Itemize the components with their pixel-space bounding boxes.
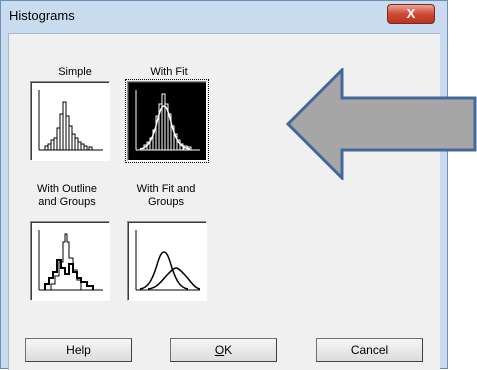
histogram-with-fit-icon — [135, 90, 200, 151]
option-outline-grouped-histogram[interactable] — [30, 221, 110, 301]
option-histogram-with-fit[interactable] — [125, 79, 209, 163]
outline-grouped-histogram-icon — [38, 230, 103, 291]
close-button[interactable]: X — [387, 4, 435, 24]
simple-histogram-icon — [38, 90, 103, 151]
option-label-outline-groups-line2: and Groups — [38, 196, 96, 208]
ok-button[interactable]: OK — [170, 338, 277, 362]
ok-mnemonic: O — [214, 343, 225, 357]
histograms-dialog: Histograms X Simple With Fit With Outlin… — [0, 0, 448, 370]
option-label-simple: Simple — [58, 66, 92, 78]
option-grouped-fit-curves[interactable] — [127, 221, 207, 301]
cancel-button[interactable]: Cancel — [316, 338, 423, 362]
option-simple-histogram[interactable] — [30, 81, 110, 161]
option-label-outline-groups-line1: With Outline — [37, 183, 97, 195]
grouped-fit-curves-icon — [135, 230, 201, 291]
close-icon: X — [406, 6, 416, 21]
left-arrow-annotation — [286, 68, 477, 180]
title-bar[interactable]: Histograms X — [1, 1, 447, 31]
option-label-fit-groups-line1: With Fit and — [136, 183, 196, 195]
help-button[interactable]: Help — [25, 338, 132, 362]
option-label-fit-groups-line2: Groups — [147, 196, 185, 208]
dialog-title: Histograms — [9, 8, 75, 23]
ok-label-rest: K — [224, 343, 233, 357]
option-label-with-fit: With Fit — [150, 66, 188, 78]
